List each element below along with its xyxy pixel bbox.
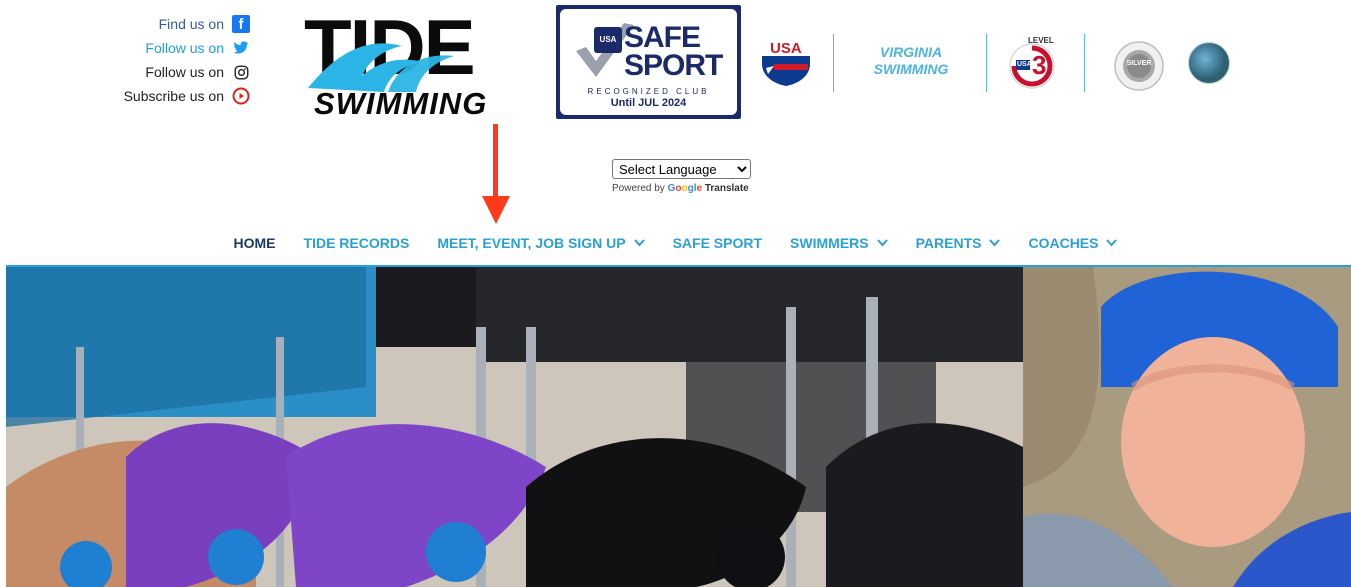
nav-home-label: HOME bbox=[233, 235, 276, 251]
level-label: LEVEL bbox=[1028, 36, 1054, 45]
youtube-icon[interactable] bbox=[232, 87, 250, 105]
divider bbox=[833, 34, 834, 92]
hero-image-swimmers-starting bbox=[6, 267, 1023, 587]
main-navigation: HOME TIDE RECORDS MEET, EVENT, JOB SIGN … bbox=[0, 235, 1351, 251]
google-logo-text: Google bbox=[667, 183, 703, 194]
social-facebook-label: Find us on bbox=[158, 16, 224, 32]
nav-safe-sport[interactable]: SAFE SPORT bbox=[673, 235, 762, 251]
language-select[interactable]: Select Language bbox=[612, 159, 751, 179]
social-facebook-link[interactable]: Find us on f bbox=[100, 12, 250, 36]
chevron-down-icon[interactable] bbox=[876, 238, 888, 250]
silver-medal-club-badge[interactable]: SILVER bbox=[1113, 40, 1165, 92]
instagram-icon[interactable] bbox=[232, 63, 250, 81]
nav-meet-event-job-sign-up-label: MEET, EVENT, JOB SIGN UP bbox=[437, 235, 626, 251]
chevron-down-icon[interactable] bbox=[1106, 238, 1118, 250]
usa-logo-line2: SWIMMING bbox=[766, 56, 804, 63]
facebook-icon[interactable]: f bbox=[232, 15, 250, 33]
virginia-swimming-logo[interactable]: VIRGINIA SWIMMING bbox=[866, 44, 956, 78]
level-3-club-logo[interactable]: LEVEL 3 USA bbox=[1002, 34, 1062, 94]
usa-logo-line1: USA bbox=[770, 40, 802, 57]
nav-parents-label: PARENTS bbox=[915, 235, 982, 251]
social-twitter-label: Follow us on bbox=[145, 40, 224, 56]
nav-home[interactable]: HOME bbox=[234, 235, 276, 251]
hero-swimmer-portrait bbox=[1023, 267, 1351, 587]
silver-badge-label: SILVER bbox=[1126, 60, 1152, 67]
powered-by-google-translate: Powered by Google Translate bbox=[612, 183, 749, 194]
translate-link[interactable]: Translate bbox=[705, 183, 749, 194]
social-youtube-label: Subscribe us on bbox=[123, 88, 224, 104]
nav-tide-records-label: TIDE RECORDS bbox=[303, 235, 410, 251]
nav-swimmers[interactable]: SWIMMERS bbox=[790, 235, 888, 251]
nav-meet-event-job-sign-up[interactable]: MEET, EVENT, JOB SIGN UP bbox=[437, 235, 645, 251]
level-usa-tag: USA bbox=[1017, 61, 1032, 68]
nav-tide-records[interactable]: TIDE RECORDS bbox=[304, 235, 410, 251]
chevron-down-icon[interactable] bbox=[633, 238, 645, 250]
wave-graphic bbox=[308, 43, 454, 92]
twitter-icon[interactable] bbox=[232, 39, 250, 57]
usa-swimming-mini-logo: USA bbox=[594, 27, 622, 53]
safe-sport-badge-inner: USA SAFE SPORT RECOGNIZED CLUB Until JUL… bbox=[560, 9, 737, 115]
social-instagram-link[interactable]: Follow us on bbox=[100, 60, 250, 84]
tide-swimming-logo[interactable]: TIDE SWIMMING bbox=[304, 8, 504, 121]
divider bbox=[1084, 34, 1085, 92]
chevron-down-icon[interactable] bbox=[989, 238, 1001, 250]
hero-swimmers-illustration bbox=[6, 267, 1023, 587]
virginia-line1: VIRGINIA bbox=[879, 44, 943, 60]
safe-sport-until: Until JUL 2024 bbox=[610, 97, 687, 109]
nav-swimmers-label: SWIMMERS bbox=[790, 235, 869, 251]
social-twitter-link[interactable]: Follow us on bbox=[100, 36, 250, 60]
safe-sport-subtitle: RECOGNIZED CLUB bbox=[587, 87, 710, 96]
team-photo-avatar[interactable] bbox=[1188, 42, 1230, 84]
nav-safe-sport-label: SAFE SPORT bbox=[672, 235, 763, 251]
social-links: Find us on f Follow us on Follow us on S… bbox=[100, 12, 250, 108]
hero-image-smiling-swimmer bbox=[1023, 267, 1351, 587]
nav-parents[interactable]: PARENTS bbox=[916, 235, 1001, 251]
usa-swimming-logo[interactable]: USA SWIMMING bbox=[756, 36, 816, 88]
divider bbox=[986, 34, 987, 92]
nav-coaches[interactable]: COACHES bbox=[1028, 235, 1118, 251]
level-number: 3 bbox=[1032, 50, 1047, 80]
social-instagram-label: Follow us on bbox=[145, 64, 224, 80]
powered-by-label: Powered by bbox=[612, 183, 665, 194]
social-youtube-link[interactable]: Subscribe us on bbox=[100, 84, 250, 108]
safe-sport-title-2: SPORT bbox=[624, 49, 723, 82]
nav-coaches-label: COACHES bbox=[1028, 235, 1099, 251]
logo-subtitle: SWIMMING bbox=[314, 86, 488, 121]
safe-sport-badge[interactable]: USA SAFE SPORT RECOGNIZED CLUB Until JUL… bbox=[556, 5, 741, 119]
language-selector[interactable]: Select Language bbox=[612, 159, 751, 179]
arrow-down-icon bbox=[482, 124, 510, 224]
virginia-line2: SWIMMING bbox=[873, 61, 949, 77]
